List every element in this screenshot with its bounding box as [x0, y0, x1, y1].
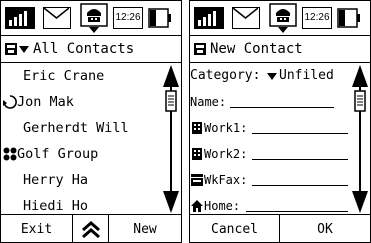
- list-item[interactable]: Eric Crane: [1, 63, 161, 89]
- list-item[interactable]: Herry Ha: [1, 167, 161, 193]
- double-chevron-up-icon: [81, 221, 100, 239]
- scroll-thumb: [165, 90, 177, 112]
- list-item[interactable]: Jon Mak: [1, 89, 161, 115]
- ok-button[interactable]: OK: [280, 215, 370, 242]
- new-contact-screen: 12:26 New Contact Category: Unfiled Name…: [189, 0, 371, 243]
- signal-strength-icon: [194, 7, 224, 29]
- ringer-icon[interactable]: [80, 3, 108, 33]
- group-icon: [3, 147, 17, 161]
- list-item[interactable]: Gerherdt Will: [1, 115, 161, 141]
- battery-icon: [337, 8, 360, 28]
- name-field[interactable]: Name:: [190, 89, 352, 115]
- field-label: WkFax:: [204, 173, 248, 187]
- clock: 12:26: [113, 7, 143, 29]
- new-button[interactable]: New: [109, 215, 181, 242]
- clock: 12:26: [302, 7, 332, 29]
- chevron-down-icon: [267, 73, 277, 80]
- signal-strength-icon: [5, 7, 35, 29]
- contact-name: Gerherdt Will: [23, 120, 129, 136]
- category-selector[interactable]: All Contacts: [1, 36, 181, 63]
- screen-header: New Contact: [190, 36, 370, 63]
- list-item[interactable]: Golf Group: [1, 141, 161, 167]
- field-label: Name:: [190, 95, 227, 109]
- scroll-down-arrow-icon: [163, 191, 179, 213]
- fax-icon: [191, 174, 203, 186]
- softkey-bar: Exit New: [1, 214, 181, 242]
- field-label: Work2:: [204, 147, 248, 161]
- workfax-input[interactable]: [252, 173, 348, 186]
- home-icon: [191, 200, 203, 212]
- scrollbar[interactable]: [163, 65, 179, 213]
- work1-field[interactable]: Work1:: [190, 115, 352, 141]
- work1-input[interactable]: [252, 121, 348, 134]
- scroll-up-arrow-icon: [352, 65, 368, 87]
- contact-name: Eric Crane: [23, 68, 105, 84]
- battery-icon: [148, 8, 171, 28]
- contact-list: Eric Crane Jon Mak Gerherdt Will Golf Gr…: [1, 63, 161, 219]
- cancel-button[interactable]: Cancel: [190, 215, 280, 242]
- home-input[interactable]: [246, 199, 348, 212]
- ringer-icon[interactable]: [269, 3, 297, 33]
- contact-name: Jon Mak: [17, 94, 74, 110]
- mail-icon[interactable]: [232, 7, 260, 29]
- building-icon: [192, 122, 202, 134]
- call-icon: [3, 95, 17, 109]
- contact-name: Golf Group: [17, 146, 99, 162]
- category-field-label: Category:: [190, 68, 261, 83]
- name-input[interactable]: [230, 95, 334, 108]
- page-title: New Contact: [210, 41, 303, 57]
- building-icon: [192, 148, 202, 160]
- contact-form: Category: Unfiled Name: Work1: Work2: Wk…: [190, 63, 352, 219]
- exit-button[interactable]: Exit: [1, 215, 73, 242]
- phonebook-icon: [194, 43, 206, 55]
- chevron-down-icon: [19, 46, 29, 53]
- scroll-top-button[interactable]: [73, 215, 109, 242]
- contact-name: Herry Ha: [23, 172, 89, 188]
- contacts-list-screen: 12:26 All Contacts Eric Crane Jon Mak Ge…: [0, 0, 182, 243]
- category-label: All Contacts: [33, 41, 135, 57]
- workfax-field[interactable]: WkFax:: [190, 167, 352, 193]
- scroll-up-arrow-icon: [163, 65, 179, 87]
- scrollbar[interactable]: [352, 65, 368, 213]
- scroll-thumb: [354, 90, 366, 112]
- scroll-down-arrow-icon: [352, 191, 368, 213]
- work2-input[interactable]: [252, 147, 348, 160]
- status-bar: 12:26: [1, 1, 181, 36]
- status-bar: 12:26: [190, 1, 370, 36]
- work2-field[interactable]: Work2:: [190, 141, 352, 167]
- softkey-bar: Cancel OK: [190, 214, 370, 242]
- phonebook-icon: [5, 43, 17, 55]
- mail-icon[interactable]: [43, 7, 71, 29]
- category-row[interactable]: Category: Unfiled: [190, 63, 352, 89]
- field-label: Work1:: [204, 121, 248, 135]
- category-dropdown[interactable]: Unfiled: [279, 63, 334, 89]
